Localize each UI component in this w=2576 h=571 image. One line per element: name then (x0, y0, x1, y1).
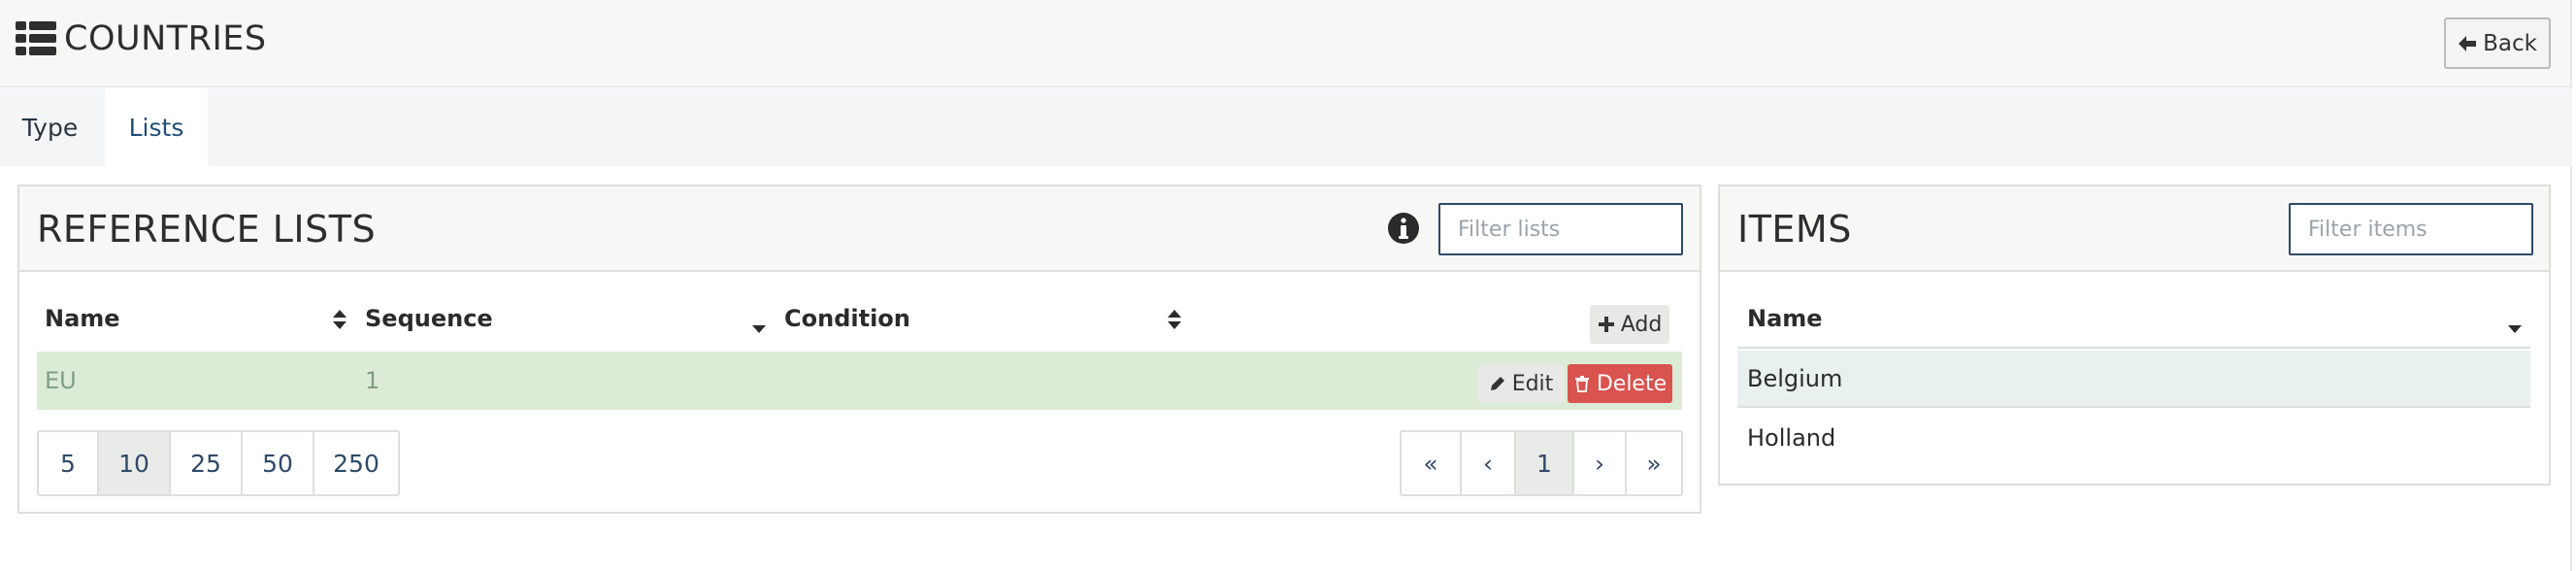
add-button[interactable]: Add (1590, 305, 1669, 344)
back-button-label: Back (2483, 30, 2537, 56)
page-size-25[interactable]: 25 (169, 432, 241, 494)
filter-lists-input[interactable] (1438, 203, 1683, 255)
first-page-button[interactable]: « (1402, 432, 1460, 494)
column-header-condition[interactable]: Condition (784, 305, 910, 332)
list-item[interactable]: Belgium (1737, 351, 2530, 408)
trash-icon (1574, 376, 1589, 392)
sort-both-icon[interactable] (1167, 309, 1182, 330)
items-column-header-name[interactable]: Name (1747, 305, 1823, 332)
table-row[interactable] (37, 352, 1682, 410)
page-size-10[interactable]: 10 (97, 432, 169, 494)
info-icon[interactable] (1387, 212, 1420, 245)
arrow-left-icon (2459, 35, 2477, 51)
back-button[interactable]: Back (2444, 17, 2551, 69)
table-list-icon (16, 21, 56, 55)
add-button-label: Add (1620, 312, 1663, 337)
pagination: « ‹ 1 › » (1400, 430, 1683, 496)
tab-type[interactable]: Type (0, 88, 100, 166)
edit-button[interactable]: Edit (1478, 364, 1564, 403)
sort-desc-icon[interactable] (2507, 317, 2523, 338)
page-size-selector: 5 10 25 50 250 (37, 430, 400, 496)
delete-button-label: Delete (1596, 371, 1668, 396)
edit-button-label: Edit (1511, 371, 1554, 396)
items-title: ITEMS (1737, 208, 1852, 251)
tab-lists[interactable]: Lists (105, 88, 208, 166)
delete-button[interactable]: Delete (1568, 364, 1672, 403)
sort-both-icon[interactable] (332, 309, 347, 330)
next-page-button[interactable]: › (1572, 432, 1625, 494)
page-size-5[interactable]: 5 (39, 432, 97, 494)
pencil-icon (1490, 377, 1504, 390)
right-divider (2570, 0, 2572, 571)
page-title-text: COUNTRIES (64, 19, 267, 58)
previous-page-button[interactable]: ‹ (1460, 432, 1514, 494)
page-header: COUNTRIES Back (0, 0, 2572, 87)
reference-lists-title: REFERENCE LISTS (37, 208, 377, 251)
page-title: COUNTRIES (16, 19, 267, 58)
row-sequence-cell: 1 (365, 367, 380, 394)
column-header-sequence[interactable]: Sequence (365, 305, 493, 332)
column-header-name[interactable]: Name (45, 305, 120, 332)
page-1-button[interactable]: 1 (1514, 432, 1572, 494)
items-header-divider (1737, 347, 2530, 349)
row-name-cell: EU (45, 367, 77, 394)
list-item[interactable]: Holland (1737, 409, 2530, 466)
last-page-button[interactable]: » (1625, 432, 1681, 494)
tab-bar: Type Lists (0, 88, 2572, 166)
page-size-50[interactable]: 50 (241, 432, 313, 494)
sort-desc-icon[interactable] (751, 317, 767, 338)
plus-icon (1598, 317, 1614, 332)
page-size-250[interactable]: 250 (313, 432, 398, 494)
filter-items-input[interactable] (2289, 203, 2533, 255)
